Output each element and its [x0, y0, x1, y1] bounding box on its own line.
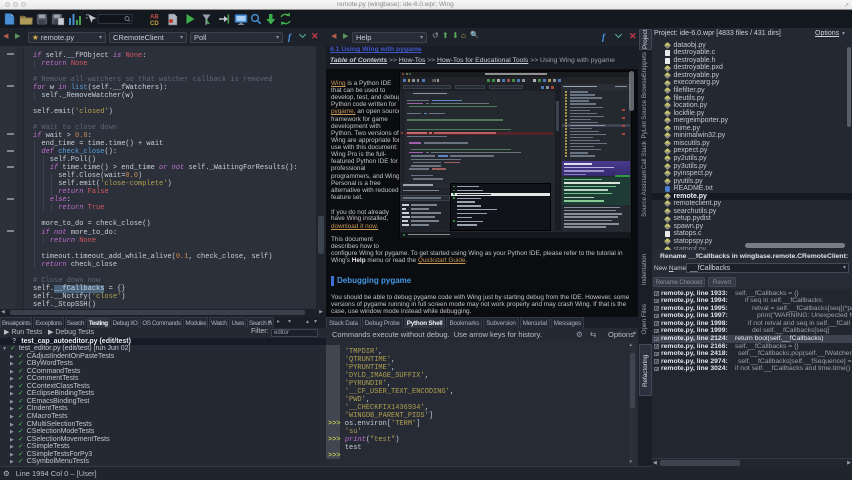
svg-text:AB: AB: [150, 15, 159, 21]
svg-text:CD: CD: [150, 21, 159, 27]
